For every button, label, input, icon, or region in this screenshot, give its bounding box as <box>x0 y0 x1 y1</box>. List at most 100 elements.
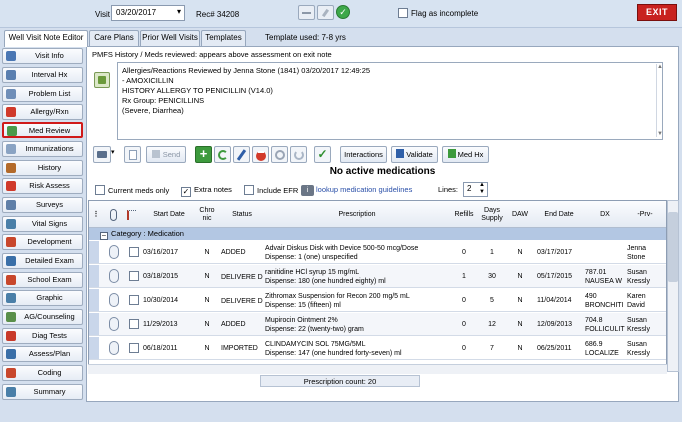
row-checkbox[interactable] <box>129 247 139 257</box>
header-daw[interactable]: DAW <box>507 201 533 228</box>
row-menu-icon[interactable]: ⋮ <box>89 201 103 228</box>
row-checkbox[interactable] <box>129 343 139 353</box>
sidebar-item-ag-counseling[interactable]: AG/Counseling <box>2 309 83 325</box>
sidebar-item-med-review[interactable]: Med Review <box>2 122 83 138</box>
graph-icon <box>6 293 16 303</box>
tab-care-plans[interactable]: Care Plans <box>89 30 139 46</box>
diag-icon <box>6 331 16 341</box>
history-icon <box>6 163 16 173</box>
check-icon[interactable]: ✓ <box>336 5 350 19</box>
sidebar-item-development[interactable]: Development <box>2 234 83 250</box>
include-efr-option[interactable]: Include EFR <box>244 185 298 195</box>
validate-button[interactable]: Validate <box>391 146 438 163</box>
extra-notes-checkbox[interactable]: ✓ <box>181 187 191 197</box>
tab-prior-well-visits[interactable]: Prior Well Visits <box>140 30 200 46</box>
header-refills[interactable]: Refills <box>451 201 477 228</box>
include-efr-checkbox[interactable] <box>244 185 254 195</box>
collapse-icon[interactable]: – <box>100 232 108 240</box>
exit-button[interactable]: EXIT <box>637 4 677 21</box>
header-dx[interactable]: DX <box>585 201 625 228</box>
sidebar-item-immunizations[interactable]: Immunizations <box>2 141 83 157</box>
sidebar-item-risk-assess[interactable]: Risk Assess <box>2 178 83 194</box>
header-end-date[interactable]: End Date <box>537 201 581 228</box>
checklist-header-icon[interactable] <box>124 201 138 228</box>
edit-icon[interactable] <box>233 146 250 163</box>
sidebar-item-school-exam[interactable]: School Exam <box>2 272 83 288</box>
remove-icon[interactable] <box>252 146 269 163</box>
tab-well-visit-note-editor[interactable]: Well Visit Note Editor <box>4 30 88 47</box>
sidebar-item-summary[interactable]: Summary <box>2 384 83 400</box>
row-checkbox[interactable] <box>129 295 139 305</box>
attachment-icon[interactable] <box>109 341 119 355</box>
table-row[interactable]: 10/30/2014 N DELIVERE D Zithromax Suspensio… <box>89 289 666 312</box>
med-hx-button[interactable]: Med Hx <box>442 146 489 163</box>
header-days-supply[interactable]: Days Supply <box>479 201 505 228</box>
add-icon[interactable]: + <box>195 146 212 163</box>
header-chronic[interactable]: Chro nic <box>197 201 217 228</box>
sidebar-item-vital-signs[interactable]: Vital Signs <box>2 216 83 232</box>
table-row[interactable]: 03/16/2017 N ADDED Advair Diskus Disk with … <box>89 241 666 264</box>
lines-stepper[interactable]: 2 ▲ ▼ <box>463 182 488 197</box>
extra-notes-option[interactable]: ✓ Extra notes <box>181 185 232 197</box>
visit-date-field[interactable]: 03/20/2017 ▾ <box>111 5 185 21</box>
flag-incomplete-checkbox[interactable] <box>398 8 408 20</box>
sidebar-item-surveys[interactable]: Surveys <box>2 197 83 213</box>
cell-daw: N <box>517 272 523 280</box>
stepper-arrows-icon[interactable]: ▲ ▼ <box>479 182 485 196</box>
tab-templates[interactable]: Templates <box>201 30 246 46</box>
refresh-icon[interactable] <box>214 146 231 163</box>
sidebar-item-problem-list[interactable]: Problem List <box>2 86 83 102</box>
sidebar-item-allergy-rxn[interactable]: Allergy/Rxn <box>2 104 83 120</box>
row-checkbox[interactable] <box>129 319 139 329</box>
lookup-medication-guidelines-link[interactable]: lookup medication guidelines <box>316 185 412 194</box>
reorder-icon[interactable] <box>290 146 307 163</box>
attachment-icon[interactable] <box>109 245 119 259</box>
attachment-icon[interactable] <box>109 317 119 331</box>
approve-check-icon[interactable]: ✓ <box>314 146 331 163</box>
document-icon[interactable] <box>124 146 141 163</box>
sidebar-item-detailed-exam[interactable]: Detailed Exam <box>2 253 83 269</box>
allergy-review-icon[interactable] <box>94 72 110 88</box>
cancel-icon[interactable] <box>271 146 288 163</box>
header-prescription[interactable]: Prescription <box>265 201 449 228</box>
sidebar-item-assess-plan[interactable]: Assess/Plan <box>2 346 83 362</box>
sidebar-item-diag-tests[interactable]: Diag Tests <box>2 328 83 344</box>
table-row[interactable]: 03/18/2015 N DELIVERE Dranitidine HCl syru… <box>89 265 666 288</box>
development-icon <box>6 237 16 247</box>
row-gutter <box>89 265 99 287</box>
table-row[interactable]: 06/18/2011 N IMPORTED CLINDAMYCIN SOL 75MG/… <box>89 337 666 360</box>
pencil-icon[interactable] <box>317 5 334 20</box>
lookup-guidelines-icon[interactable]: i <box>301 185 314 196</box>
send-button[interactable]: Send <box>146 146 186 163</box>
attachment-icon[interactable] <box>109 269 119 283</box>
header-start-date[interactable]: Start Date <box>143 201 195 228</box>
summary-icon <box>6 387 16 397</box>
allergy-scrollbar[interactable]: ▲ ▼ <box>656 64 663 137</box>
category-row[interactable]: – Category : Medication <box>89 228 666 240</box>
print-dropdown-icon[interactable]: ▾ <box>111 148 115 156</box>
current-meds-label: Current meds only <box>108 186 170 195</box>
sidebar-item-coding[interactable]: Coding <box>2 365 83 381</box>
exam-icon <box>6 256 16 266</box>
current-meds-checkbox[interactable] <box>95 185 105 195</box>
sidebar-item-graphic[interactable]: Graphic <box>2 290 83 306</box>
no-icon <box>6 181 16 191</box>
header-status[interactable]: Status <box>221 201 263 228</box>
interactions-button[interactable]: Interactions <box>340 146 387 163</box>
minus-icon[interactable] <box>298 5 315 20</box>
sidebar-item-history[interactable]: History <box>2 160 83 176</box>
row-checkbox[interactable] <box>129 271 139 281</box>
header-provider[interactable]: -Prv- <box>627 201 663 228</box>
sidebar-item-visit-info[interactable]: Visit Info <box>2 48 83 64</box>
sidebar-item-interval-hx[interactable]: Interval Hx <box>2 67 83 83</box>
chevron-down-icon[interactable]: ▾ <box>177 7 181 16</box>
allergy-icon <box>6 107 16 117</box>
grid-scroll-thumb[interactable] <box>668 212 678 282</box>
grid-horizontal-scrollbar[interactable] <box>88 364 667 374</box>
allergy-text-box[interactable]: Allergies/Reactions Reviewed by Jenna St… <box>117 62 663 140</box>
print-icon[interactable] <box>93 146 111 163</box>
table-row[interactable]: 11/29/2013 N ADDED Mupirocin Ointment 2% Dis… <box>89 313 666 336</box>
cell-refills: 0 <box>462 248 466 256</box>
current-meds-only-option[interactable]: Current meds only <box>95 185 169 195</box>
attachment-icon[interactable] <box>109 293 119 307</box>
